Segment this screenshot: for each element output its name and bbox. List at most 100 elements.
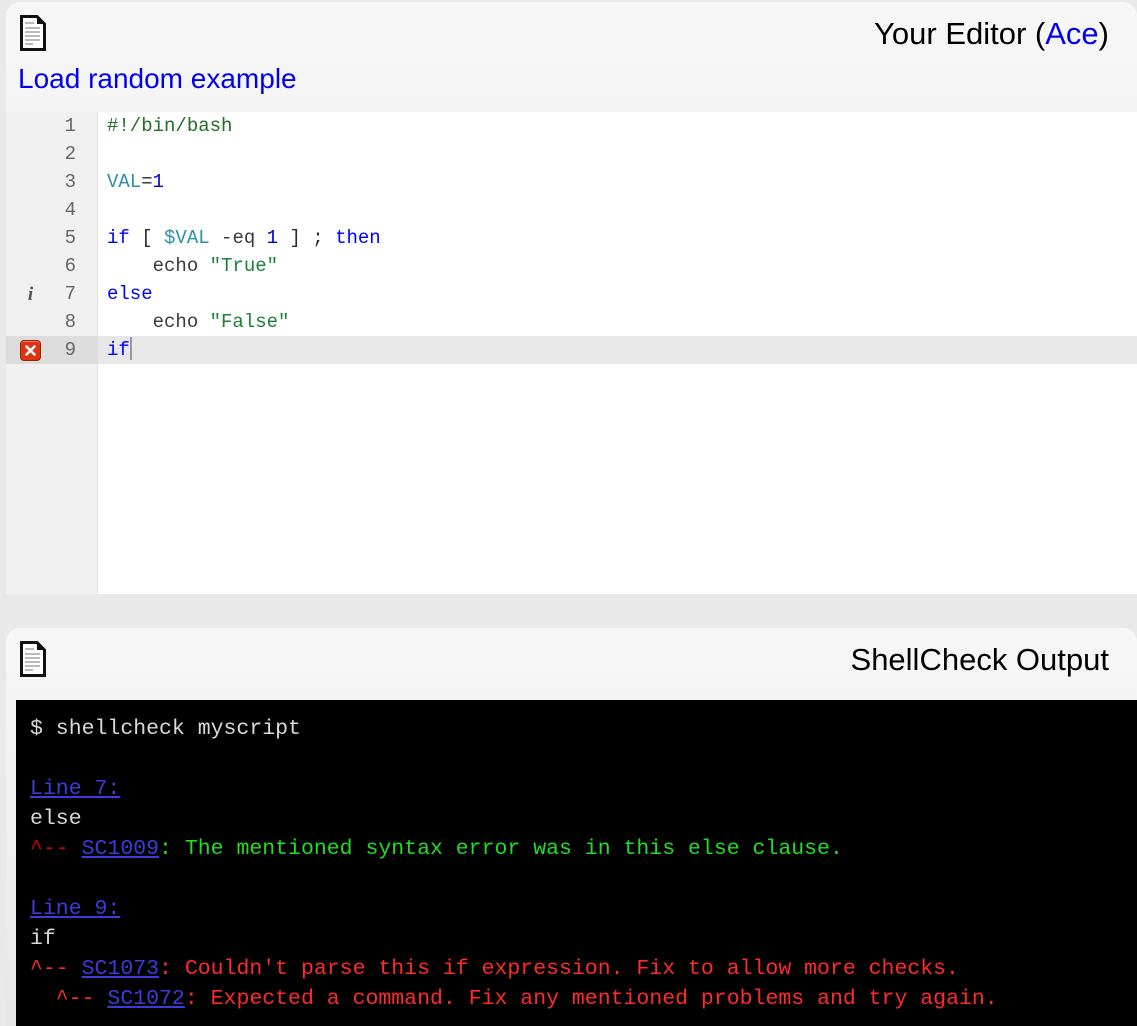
line-number-empty <box>6 476 98 504</box>
code-line[interactable]: 5 if [ $VAL -eq 1 ] ; then <box>6 224 1137 252</box>
shellcheck-code-link[interactable]: SC1073 <box>82 957 159 981</box>
editor-panel-header: Your Editor (Ace) <box>6 2 1137 64</box>
line-number: 2 <box>64 143 76 165</box>
token-comment: #!/bin/bash <box>107 115 233 137</box>
token-string: "True" <box>209 255 279 277</box>
token-plain: [ <box>129 227 165 249</box>
ace-lines[interactable]: 1 #!/bin/bash 2 3 VAL=1 4 5 if [ $VAL -eq 1 ] ;… <box>6 112 1137 588</box>
source-echo-text: if <box>30 927 56 951</box>
code-text: echo "True" <box>107 252 278 280</box>
ace-code-editor[interactable]: 1 #!/bin/bash 2 3 VAL=1 4 5 if [ $VAL -eq 1 ] ;… <box>6 112 1137 594</box>
code-line-empty[interactable] <box>6 448 1137 476</box>
code-line-empty[interactable] <box>6 420 1137 448</box>
line-number-empty <box>6 504 98 532</box>
code-line[interactable]: 6 echo "True" <box>6 252 1137 280</box>
line-number: 8 <box>64 311 76 333</box>
token-ident: -eq <box>221 227 256 249</box>
token-var: $VAL <box>164 227 210 249</box>
line-number: 5 <box>64 227 76 249</box>
code-line-empty[interactable] <box>6 392 1137 420</box>
ace-link[interactable]: Ace <box>1045 16 1098 51</box>
code-line-background <box>6 168 1137 196</box>
code-line-empty[interactable] <box>6 560 1137 588</box>
editor-title-prefix: Your Editor ( <box>874 15 1046 51</box>
code-text: VAL=1 <box>107 168 164 196</box>
code-line-background <box>6 140 1137 168</box>
token-plain: = <box>141 171 153 193</box>
code-text: if [ $VAL -eq 1 ] ; then <box>107 224 381 252</box>
line-number: 3 <box>64 171 76 193</box>
line-reference: Line 9: <box>30 894 1137 924</box>
code-line-background <box>6 336 1137 364</box>
shellcheck-code-link[interactable]: SC1009 <box>82 837 159 861</box>
finding-message: : Couldn't parse this if expression. Fix… <box>159 957 959 981</box>
shellcheck-finding: ^-- SC1073: Couldn't parse this if expre… <box>30 954 1137 984</box>
code-line-empty[interactable] <box>6 476 1137 504</box>
line-number-empty <box>6 364 98 392</box>
token-num: 1 <box>152 171 165 193</box>
token-ident: echo <box>152 311 199 333</box>
caret-marker: ^-- <box>30 957 82 981</box>
output-title: ShellCheck Output <box>850 641 1109 677</box>
code-line[interactable]: 1 #!/bin/bash <box>6 112 1137 140</box>
command-text: $ shellcheck myscript <box>30 717 301 741</box>
token-keyword: then <box>335 227 381 249</box>
editor-title-suffix: ) <box>1098 15 1109 51</box>
caret-marker: ^-- <box>30 987 108 1011</box>
code-line[interactable]: 3 VAL=1 <box>6 168 1137 196</box>
output-panel-header: ShellCheck Output <box>6 628 1137 690</box>
token-plain: ] ; <box>278 227 336 249</box>
editor-title: Your Editor (Ace) <box>874 18 1121 49</box>
shellcheck-finding: ^-- SC1009: The mentioned syntax error w… <box>30 834 1137 864</box>
line-reference: Line 7: <box>30 774 1137 804</box>
code-line[interactable]: 8 echo "False" <box>6 308 1137 336</box>
code-text: #!/bin/bash <box>107 112 232 140</box>
finding-message: : The mentioned syntax error was in this… <box>159 837 843 861</box>
token-ident: echo <box>152 255 199 277</box>
token-var: VAL <box>107 171 142 193</box>
token-keyword: else <box>107 283 153 305</box>
line-number-empty <box>6 448 98 476</box>
text-cursor <box>129 337 132 360</box>
code-line[interactable]: 9 if <box>6 336 1137 364</box>
shellcheck-code-link[interactable]: SC1072 <box>107 987 184 1011</box>
token-keyword: if <box>107 227 130 249</box>
line-reference-link[interactable]: Line 7: <box>30 777 120 801</box>
source-echo-line: else <box>30 804 1137 834</box>
document-icon <box>20 641 46 677</box>
info-icon[interactable]: i <box>20 284 41 305</box>
error-icon[interactable] <box>20 340 41 361</box>
code-line[interactable]: 2 <box>6 140 1137 168</box>
line-number: 6 <box>64 255 76 277</box>
finding-message: : Expected a command. Fix any mentioned … <box>184 987 998 1011</box>
line-number-empty <box>6 420 98 448</box>
editor-panel: Your Editor (Ace) Load random example 1 #… <box>6 2 1137 594</box>
line-number-empty <box>6 532 98 560</box>
code-line-empty[interactable] <box>6 532 1137 560</box>
code-text: else <box>107 280 153 308</box>
code-line-empty[interactable] <box>6 364 1137 392</box>
token-keyword: if <box>107 339 130 361</box>
shellcheck-finding: ^-- SC1072: Expected a command. Fix any … <box>30 984 1137 1014</box>
line-number-empty <box>6 560 98 588</box>
line-reference-link[interactable]: Line 9: <box>30 897 120 921</box>
code-line-empty[interactable] <box>6 504 1137 532</box>
load-random-example-link[interactable]: Load random example <box>18 63 297 94</box>
token-num: 1 <box>266 227 279 249</box>
terminal-output: $ shellcheck myscript Line 7: else ^-- SC1… <box>16 700 1137 1026</box>
code-line-background <box>6 196 1137 224</box>
source-echo-line: if <box>30 924 1137 954</box>
line-number: 4 <box>64 199 76 221</box>
document-icon <box>20 15 46 51</box>
code-line[interactable]: i 7 else <box>6 280 1137 308</box>
terminal-command: $ shellcheck myscript <box>30 714 1137 744</box>
code-text: echo "False" <box>107 308 290 336</box>
code-text: if <box>107 336 132 364</box>
code-line[interactable]: 4 <box>6 196 1137 224</box>
